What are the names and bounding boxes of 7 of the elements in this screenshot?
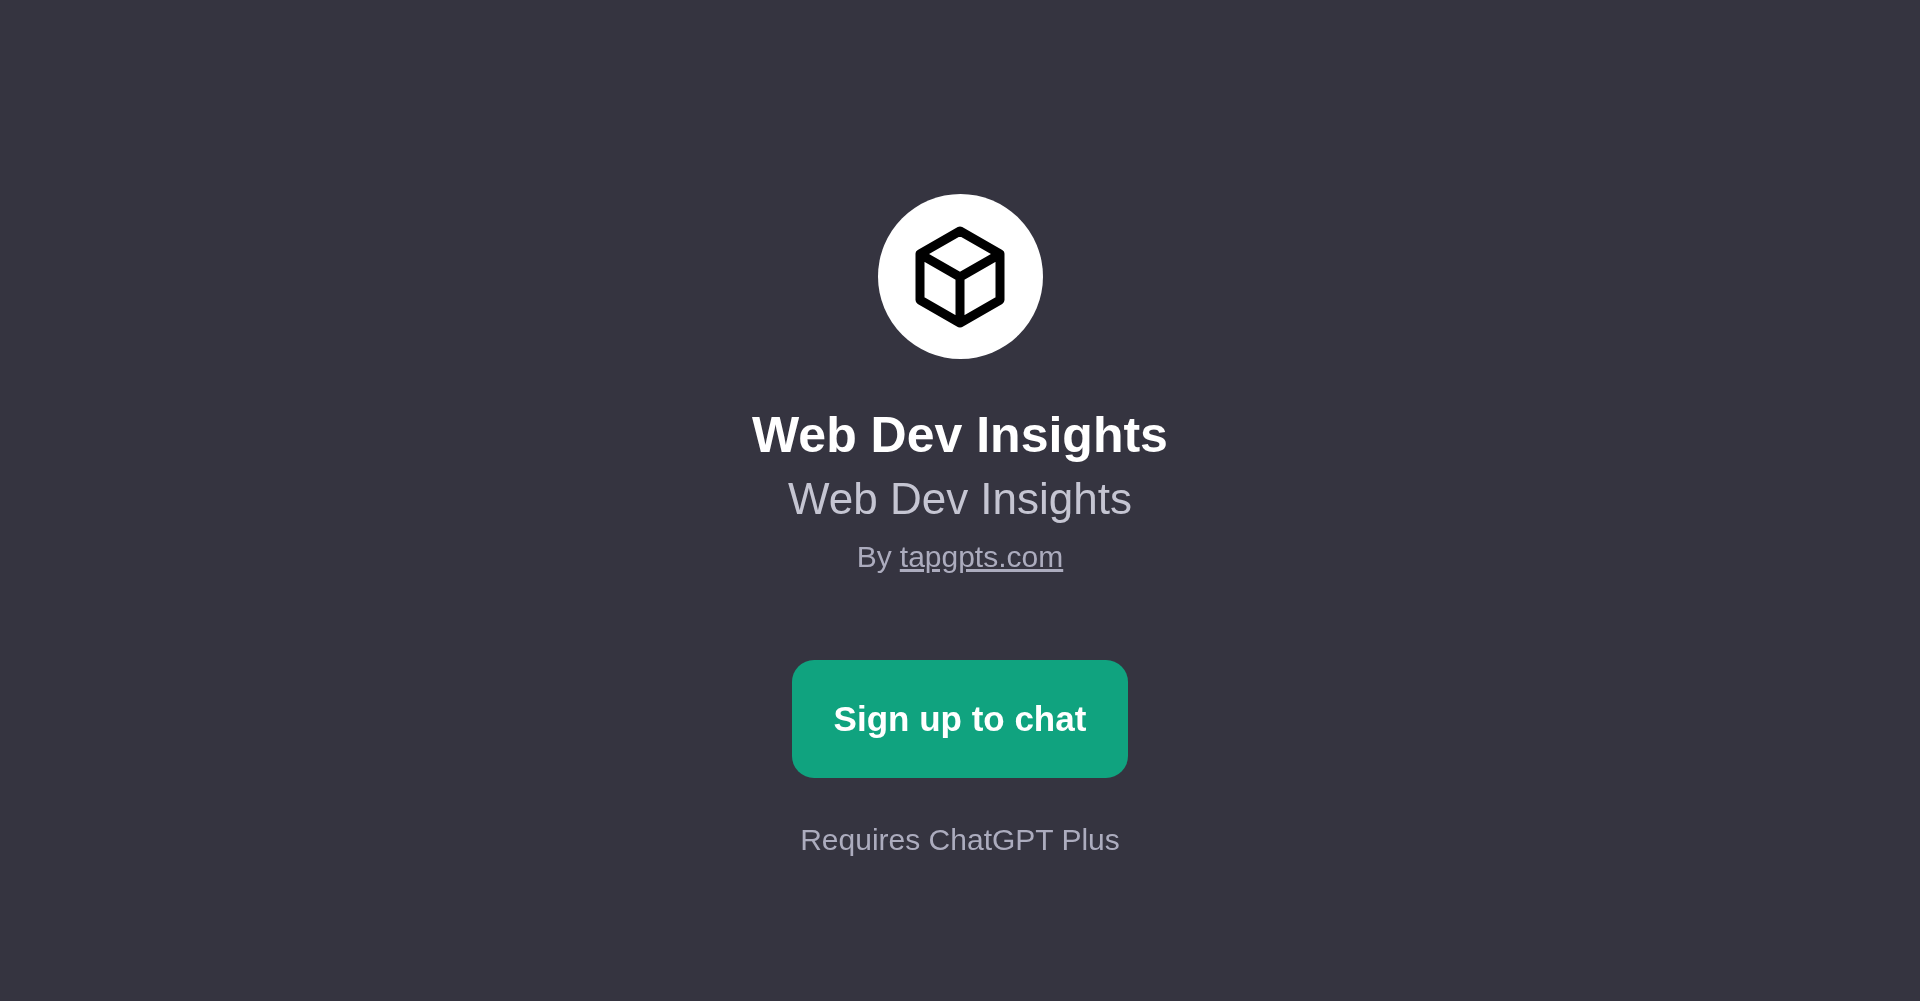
gpt-description: Web Dev Insights <box>788 473 1132 525</box>
author-link[interactable]: tapgpts.com <box>899 537 1064 577</box>
byline-label: By <box>856 539 892 575</box>
gpt-title: Web Dev Insights <box>752 406 1168 465</box>
cube-icon <box>913 224 1007 329</box>
sign-up-button[interactable]: Sign up to chat <box>792 660 1128 778</box>
requirement-note: Requires ChatGPT Plus <box>800 822 1120 858</box>
